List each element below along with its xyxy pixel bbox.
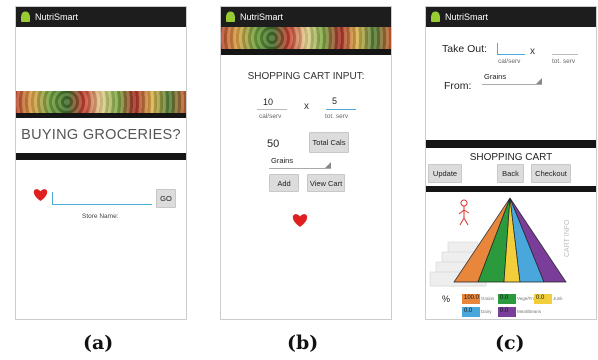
store-name-input[interactable] (52, 204, 152, 205)
android-icon (21, 11, 30, 22)
app-title: NutriSmart (35, 12, 79, 22)
legend-value: 0.0 (536, 295, 545, 301)
cal-per-serving-label: cal/serv (259, 113, 282, 120)
dropdown-arrow-icon (325, 162, 331, 168)
total-cals-button[interactable]: Total Cals (309, 132, 349, 153)
legend-label: Meat/Beans (517, 309, 542, 314)
legend-label: Dairy (481, 309, 492, 314)
legend-value: 0.0 (464, 308, 473, 314)
stick-figure-icon (458, 199, 470, 226)
category-select-line (269, 168, 331, 169)
servings-label: tot. serv (325, 113, 349, 120)
screen-b: NutriSmart SHOPPING CART INPUT: 10 cal/s… (220, 6, 392, 320)
take-out-label: Take Out: (442, 43, 487, 55)
divider (221, 49, 391, 55)
times-sign: x (304, 101, 309, 112)
divider (426, 140, 596, 148)
legend-label: Grains (481, 296, 495, 301)
heart-icon (292, 214, 308, 227)
go-button[interactable]: GO (156, 189, 176, 208)
total-calories-value: 50 (267, 138, 280, 150)
caption-a: (a) (83, 332, 114, 354)
cal-per-serving-input[interactable]: 10 (263, 97, 273, 107)
pyramid (453, 197, 567, 283)
legend-label: Junk (553, 296, 563, 301)
caption-c: (c) (495, 332, 525, 354)
shopping-cart-heading: SHOPPING CART (469, 152, 553, 163)
servings-label: tot. serv (552, 58, 576, 65)
app-title-bar: NutriSmart (426, 7, 596, 27)
update-button[interactable]: Update (428, 164, 462, 183)
cart-info-side-label: CART INFO (564, 219, 571, 257)
vegetable-banner-image (16, 91, 186, 113)
app-title-bar: NutriSmart (16, 7, 186, 27)
back-button[interactable]: Back (497, 164, 524, 183)
legend-value: 0.0 (500, 308, 509, 314)
android-icon (431, 11, 440, 22)
legend-value: 100.0 (464, 295, 480, 301)
category-select[interactable]: Grains (271, 156, 293, 165)
servings-input[interactable] (552, 54, 578, 55)
view-cart-button[interactable]: View Cart (307, 174, 345, 192)
banner-title: BUYING GROCERIES? (21, 127, 181, 143)
checkout-button[interactable]: Checkout (531, 164, 571, 183)
legend-value: 0.0 (500, 295, 509, 301)
add-button[interactable]: Add (269, 174, 299, 192)
input-cursor (52, 192, 53, 204)
vegetable-banner-image (221, 27, 391, 49)
divider (16, 113, 186, 118)
android-icon (226, 11, 235, 22)
take-out-input[interactable] (497, 54, 525, 55)
screen-a: NutriSmart BUYING GROCERIES? GO Store Na… (15, 6, 187, 320)
screen-c: NutriSmart Take Out: cal/serv x tot. ser… (425, 6, 597, 320)
divider (16, 153, 186, 160)
input-cursor (497, 43, 498, 54)
cal-per-serving-label: cal/serv (498, 58, 521, 65)
app-title: NutriSmart (240, 12, 284, 22)
category-select[interactable]: Grains (484, 72, 506, 81)
cart-input-heading: SHOPPING CART INPUT: (247, 71, 365, 82)
servings-input-line[interactable] (326, 109, 356, 110)
from-label: From: (444, 80, 472, 92)
times-sign: x (530, 46, 535, 57)
category-select-line (482, 84, 542, 85)
heart-icon (33, 189, 48, 201)
cal-input-line (257, 109, 287, 110)
servings-input[interactable]: 5 (332, 96, 337, 106)
dropdown-arrow-icon (536, 78, 542, 84)
app-title-bar: NutriSmart (221, 7, 391, 27)
app-title: NutriSmart (445, 12, 489, 22)
caption-b: (b) (287, 332, 319, 354)
store-name-label: Store Name: (82, 213, 119, 220)
percent-symbol: % (442, 294, 451, 304)
